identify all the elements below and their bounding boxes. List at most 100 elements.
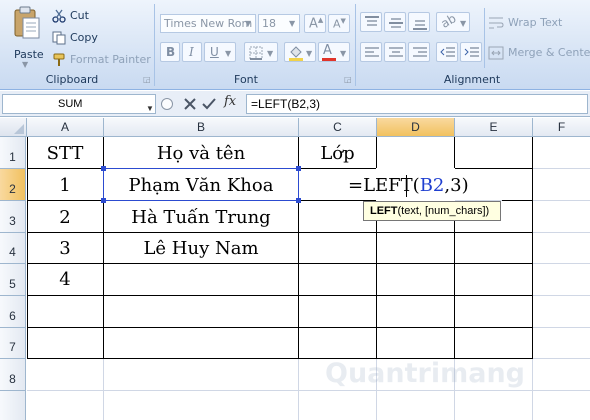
decrease-indent-icon: [440, 47, 455, 57]
cut-button[interactable]: Cut: [52, 8, 132, 24]
align-top-button[interactable]: [360, 12, 382, 32]
insert-function-icon[interactable]: fx: [224, 94, 236, 109]
row-header-5[interactable]: 5: [0, 264, 26, 296]
row-header-8[interactable]: 8: [0, 359, 26, 391]
watermark-text: Quantrimang: [325, 358, 525, 389]
wrap-text-button[interactable]: Wrap Text: [488, 14, 588, 32]
paste-label: Paste: [14, 48, 44, 61]
cell-b4[interactable]: Lê Huy Nam: [104, 238, 298, 259]
font-name-combo[interactable]: Times New Rom: [160, 14, 256, 33]
row-header-3[interactable]: 3: [0, 201, 26, 233]
name-box[interactable]: SUM ▼: [2, 94, 156, 114]
underline-button[interactable]: U ▼: [204, 42, 236, 62]
merge-center-button[interactable]: Merge & Center: [488, 44, 590, 62]
font-launcher-icon[interactable]: ◲: [344, 75, 352, 84]
cell-b1[interactable]: Họ và tên: [104, 143, 298, 164]
row-header-6[interactable]: 6: [0, 296, 26, 328]
align-center-button[interactable]: [384, 42, 406, 62]
column-label: F: [557, 120, 566, 134]
cell-a5[interactable]: 4: [27, 269, 103, 290]
ribbon-separator: [154, 4, 155, 86]
cell-a2[interactable]: 1: [27, 175, 103, 196]
row-label: 2: [9, 182, 16, 196]
table-border: [502, 200, 533, 201]
paste-dropdown-icon[interactable]: ▼: [22, 60, 28, 69]
table-border: [532, 137, 533, 359]
cancel-icon[interactable]: [183, 97, 197, 111]
formula-input[interactable]: =LEFT(B2,3): [246, 94, 588, 114]
row-header-7[interactable]: 7: [0, 328, 26, 359]
underline-dropdown-icon: ▼: [225, 49, 232, 58]
italic-button[interactable]: I: [182, 42, 202, 62]
shrink-font-button[interactable]: A▼: [328, 14, 350, 33]
column-header-a[interactable]: A: [27, 118, 104, 137]
row-header-4[interactable]: 4: [0, 233, 26, 264]
row-header-1[interactable]: 1: [0, 137, 26, 169]
paintbrush-icon: [53, 53, 65, 66]
cell-a3[interactable]: 2: [27, 207, 103, 228]
clipboard-launcher-icon[interactable]: ◲: [143, 75, 151, 84]
fill-color-dropdown-icon: ▼: [306, 49, 313, 58]
function-tooltip[interactable]: LEFT(text, [num_chars]): [363, 201, 501, 221]
align-left-button[interactable]: [360, 42, 382, 62]
clipboard-group-label: Clipboard: [45, 73, 99, 86]
name-box-dropdown-icon[interactable]: ▼: [146, 100, 154, 118]
bold-button[interactable]: B: [160, 42, 180, 62]
align-middle-button[interactable]: [384, 12, 406, 32]
row-label: 3: [9, 214, 16, 228]
column-header-e[interactable]: E: [455, 118, 533, 137]
cell-a1[interactable]: STT: [27, 143, 103, 164]
orientation-icon: ab: [438, 11, 459, 31]
gridline: [27, 390, 590, 391]
copy-button[interactable]: Copy: [52, 30, 132, 46]
column-header-b[interactable]: B: [104, 118, 299, 137]
grow-font-icon: A▲: [309, 16, 324, 32]
font-group-label: Font: [234, 73, 258, 86]
column-header-f[interactable]: F: [533, 118, 590, 137]
align-middle-icon: [389, 18, 403, 28]
grow-font-button[interactable]: A▲: [304, 14, 326, 33]
cell-c1[interactable]: Lớp: [299, 143, 376, 164]
font-color-button[interactable]: A ▼: [318, 42, 350, 62]
cell-a4[interactable]: 3: [27, 238, 103, 259]
align-center-icon: [389, 47, 403, 57]
row-header-2[interactable]: 2: [0, 169, 26, 201]
tooltip-arguments: (text, [num_chars]): [397, 205, 490, 217]
borders-button[interactable]: ▼: [244, 42, 278, 62]
orientation-button[interactable]: ab ▼: [436, 11, 470, 32]
table-border: [454, 201, 455, 359]
paste-button[interactable]: Paste ▼: [6, 6, 48, 69]
column-label: D: [411, 120, 420, 134]
row-label: 4: [9, 245, 16, 259]
format-painter-button[interactable]: Format Painter: [52, 52, 152, 68]
paste-icon: [14, 6, 40, 39]
cell-b3[interactable]: Hà Tuấn Trung: [104, 207, 298, 228]
circle-icon[interactable]: [160, 97, 174, 111]
reference-handle: [101, 198, 106, 203]
table-border: [454, 137, 455, 169]
align-right-icon: [413, 47, 427, 57]
bold-icon: B: [166, 45, 176, 59]
column-label: C: [333, 120, 342, 134]
decrease-indent-button[interactable]: [436, 42, 458, 62]
increase-indent-button[interactable]: [460, 42, 482, 62]
increase-indent-icon: [464, 47, 479, 57]
fill-color-button[interactable]: ▼: [284, 42, 316, 62]
font-color-swatch: [322, 58, 336, 61]
font-size-dropdown-icon[interactable]: ▼: [289, 19, 295, 28]
enter-check-icon[interactable]: [202, 97, 216, 111]
align-right-button[interactable]: [408, 42, 430, 62]
cell-edit-text[interactable]: =LEFT(B2,3): [348, 175, 469, 196]
font-name-value: Times New Rom: [164, 17, 253, 30]
reference-handle: [296, 166, 301, 171]
font-name-dropdown-icon[interactable]: ▼: [245, 19, 251, 28]
align-bottom-button[interactable]: [408, 12, 430, 32]
table-border: [27, 327, 533, 328]
column-header-d[interactable]: D: [377, 118, 455, 137]
align-bottom-icon: [413, 20, 427, 30]
row-header-9[interactable]: [0, 391, 26, 420]
row-label: 8: [9, 372, 16, 386]
wrap-text-label: Wrap Text: [508, 16, 563, 29]
select-all-corner[interactable]: [0, 118, 27, 137]
column-header-c[interactable]: C: [299, 118, 377, 137]
